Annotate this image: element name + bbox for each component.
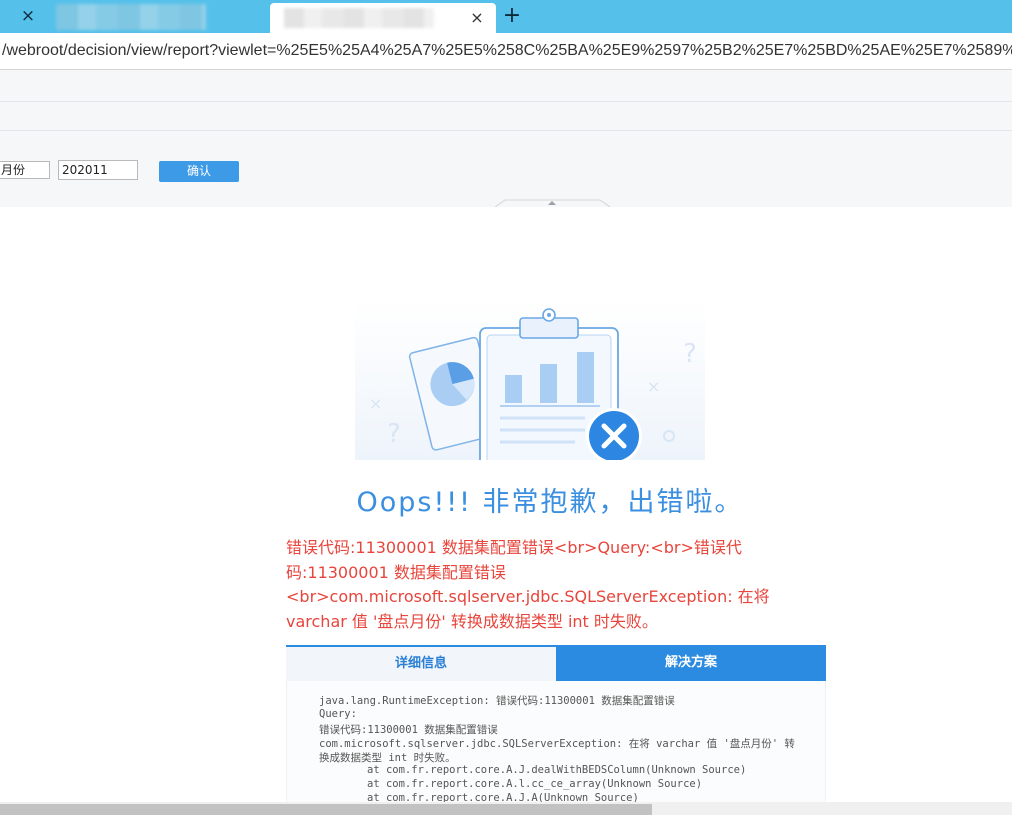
error-message-line: varchar 值 '盘点月份' 转换成数据类型 int 时失败。 (286, 611, 658, 631)
error-detail-panel: 详细信息 解决方案 java.lang.RuntimeException: 错误… (286, 645, 826, 815)
tab-title-blurred (284, 8, 434, 28)
month-label: 月份 (0, 161, 50, 179)
trace-line: Query: (319, 708, 357, 720)
active-tab[interactable]: × (270, 3, 496, 33)
parameter-pane (0, 131, 1012, 207)
tab-solution[interactable]: 解决方案 (556, 645, 826, 681)
close-icon[interactable]: × (466, 7, 488, 29)
error-message: 错误代码:11300001 数据集配置错误<br>Query:<br>错误代 码… (286, 536, 786, 634)
browser-tab-strip: × × + (0, 0, 1012, 33)
collapse-pane-handle[interactable] (495, 199, 610, 207)
trace-line: at com.fr.report.core.A.J.dealWithBEDSCo… (367, 764, 747, 776)
error-message-line: <br>com.microsoft.sqlserver.jdbc.SQLServ… (286, 587, 770, 606)
tab-title-blurred[interactable] (56, 4, 206, 30)
close-icon[interactable]: × (17, 5, 39, 27)
trace-line: at com.fr.report.core.A.l.cc_ce_array(Un… (367, 778, 703, 790)
address-bar[interactable]: /webroot/decision/view/report?viewlet=%2… (0, 33, 1012, 70)
svg-text:?: ? (387, 419, 401, 449)
trace-line: 错误代码:11300001 数据集配置错误 (319, 724, 498, 736)
svg-text:×: × (647, 377, 660, 396)
svg-text:×: × (369, 394, 382, 413)
horizontal-scrollbar[interactable] (0, 802, 1012, 815)
report-toolbar-secondary (0, 102, 1012, 131)
month-input[interactable]: 202011 (58, 160, 138, 180)
trace-line: java.lang.RuntimeException: 错误代码:1130000… (319, 695, 675, 707)
stack-trace: java.lang.RuntimeException: 错误代码:1130000… (286, 681, 826, 815)
svg-text:?: ? (683, 339, 697, 369)
confirm-button[interactable]: 确认 (159, 161, 239, 182)
trace-line: 换成数据类型 int 时失败。 (319, 752, 456, 764)
url-text[interactable]: /webroot/decision/view/report?viewlet=%2… (2, 42, 1012, 60)
scrollbar-thumb[interactable] (0, 804, 652, 815)
report-toolbar (0, 70, 1012, 102)
trace-line: com.microsoft.sqlserver.jdbc.SQLServerEx… (319, 738, 795, 750)
clipboard-chart-illustration: ? ? × × (355, 300, 705, 460)
new-tab-button[interactable]: + (500, 4, 524, 28)
error-message-line: 码:11300001 数据集配置错误 (286, 562, 506, 582)
tab-detail[interactable]: 详细信息 (286, 645, 556, 681)
error-title: Oops!!! 非常抱歉，出错啦。 (356, 487, 744, 518)
error-message-line: 错误代码:11300001 数据集配置错误<br>Query:<br>错误代 (286, 538, 742, 557)
